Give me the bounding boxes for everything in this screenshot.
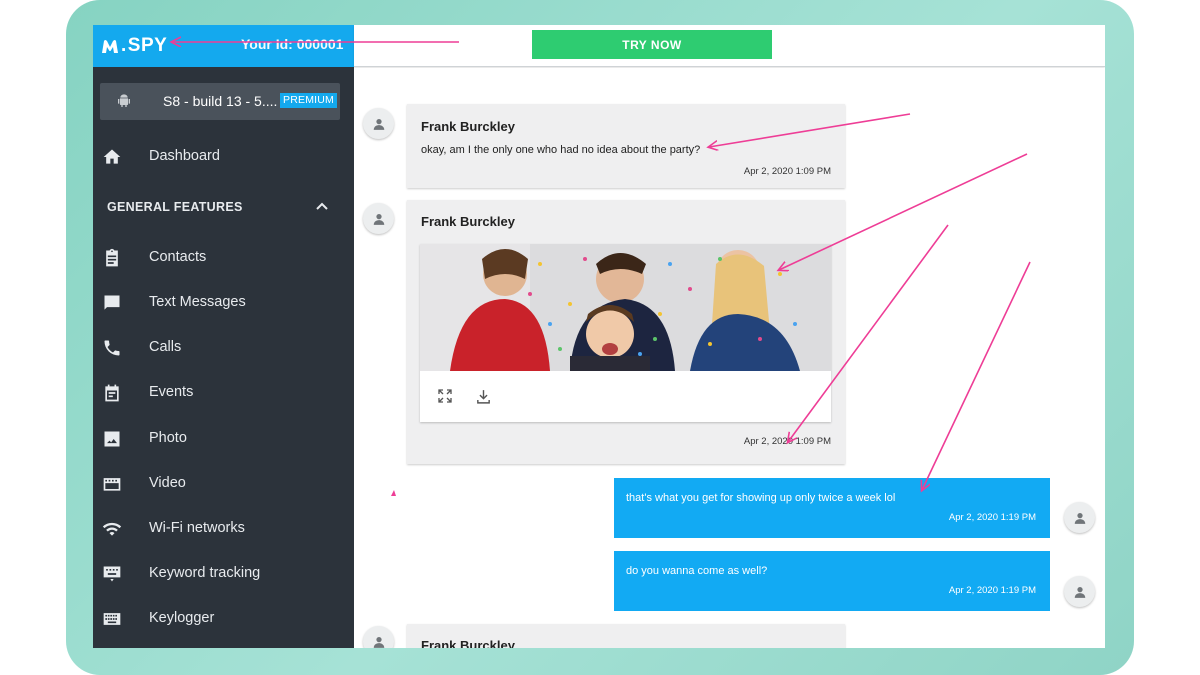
m-logo-icon bbox=[102, 40, 118, 53]
app-screen: . SPY Your Id: 000001 S8 - build 13 - 5.… bbox=[93, 25, 1105, 648]
message-time: Apr 2, 2020 1:09 PM bbox=[743, 436, 831, 447]
chat-thread[interactable]: Frank Burckley okay, am I the only one w… bbox=[354, 68, 1105, 648]
calendar-icon bbox=[105, 384, 119, 402]
message-bubble-incoming[interactable]: Frank Burckley bbox=[407, 624, 845, 648]
avatar bbox=[363, 203, 394, 234]
sidebar-item-contacts[interactable]: Contacts bbox=[93, 240, 354, 276]
sidebar-item-label: Keyword tracking bbox=[149, 565, 261, 581]
brand-logo[interactable]: . SPY bbox=[101, 35, 167, 57]
sidebar-item-label: Dashboard bbox=[149, 148, 220, 164]
premium-badge: PREMIUM bbox=[280, 93, 337, 108]
sender-name: Frank Burckley bbox=[421, 214, 515, 229]
message-bubble-outgoing[interactable]: do you wanna come as well? Apr 2, 2020 1… bbox=[614, 551, 1050, 611]
video-icon bbox=[103, 478, 121, 491]
brand-name: SPY bbox=[127, 35, 168, 56]
home-icon bbox=[103, 149, 121, 164]
message-time: Apr 2, 2020 1:19 PM bbox=[948, 512, 1036, 523]
photo-attachment[interactable] bbox=[420, 244, 831, 422]
message-text: that's what you get for showing up only … bbox=[626, 492, 896, 504]
person-icon bbox=[1074, 586, 1085, 598]
message-icon bbox=[104, 295, 120, 310]
message-text: okay, am I the only one who had no idea … bbox=[421, 144, 701, 156]
sidebar-item-label: Calls bbox=[149, 339, 182, 355]
sidebar-item-photo[interactable]: Photo bbox=[93, 421, 354, 457]
person-icon bbox=[1074, 512, 1085, 524]
sidebar-item-keylogger[interactable]: Keylogger bbox=[93, 601, 354, 637]
sidebar-item-label: Photo bbox=[149, 430, 187, 446]
sidebar-item-video[interactable]: Video bbox=[93, 466, 354, 502]
sender-name: Frank Burckley bbox=[421, 638, 515, 648]
brand-bar: . SPY Your Id: 000001 bbox=[93, 25, 354, 67]
try-now-button[interactable]: TRY NOW bbox=[532, 30, 772, 59]
message-time: Apr 2, 2020 1:09 PM bbox=[743, 166, 831, 177]
wifi-icon bbox=[102, 522, 122, 536]
keyboard-icon bbox=[103, 613, 121, 625]
person-icon bbox=[373, 118, 384, 130]
sidebar-item-events[interactable]: Events bbox=[93, 375, 354, 411]
sidebar-item-text-messages[interactable]: Text Messages bbox=[93, 285, 354, 321]
fullscreen-icon[interactable] bbox=[437, 388, 453, 404]
device-selector[interactable]: S8 - build 13 - 5.... PREMIUM bbox=[100, 83, 340, 120]
avatar bbox=[1064, 576, 1095, 607]
sidebar-item-label: Text Messages bbox=[149, 294, 246, 310]
keyword-icon bbox=[103, 566, 121, 582]
party-photo[interactable] bbox=[420, 244, 831, 371]
person-icon bbox=[373, 213, 384, 225]
message-bubble-incoming[interactable]: Frank Burckley bbox=[407, 200, 845, 464]
download-icon[interactable] bbox=[475, 388, 492, 405]
clipboard-icon bbox=[106, 248, 118, 267]
sidebar-item-dashboard[interactable]: Dashboard bbox=[93, 139, 354, 175]
sidebar-item-label: Keylogger bbox=[149, 610, 215, 626]
image-icon bbox=[104, 431, 120, 447]
message-bubble-incoming[interactable]: Frank Burckley okay, am I the only one w… bbox=[407, 104, 845, 188]
sidebar: . SPY Your Id: 000001 S8 - build 13 - 5.… bbox=[93, 25, 354, 648]
sidebar-item-label: Events bbox=[149, 384, 194, 400]
avatar bbox=[363, 626, 394, 648]
user-id: Your Id: 000001 bbox=[241, 36, 344, 52]
message-bubble-outgoing[interactable]: that's what you get for showing up only … bbox=[614, 478, 1050, 538]
sidebar-item-label: Wi-Fi networks bbox=[149, 520, 245, 536]
sidebar-item-calls[interactable]: Calls bbox=[93, 330, 354, 366]
sidebar-item-label: Video bbox=[149, 475, 186, 491]
top-bar: TRY NOW bbox=[354, 25, 1105, 67]
brand-dot: . bbox=[121, 35, 127, 56]
party-photo-image bbox=[420, 244, 831, 371]
sidebar-item-keyword-tracking[interactable]: Keyword tracking bbox=[93, 556, 354, 592]
sidebar-item-label: Contacts bbox=[149, 249, 207, 265]
message-time: Apr 2, 2020 1:19 PM bbox=[948, 585, 1036, 596]
device-name: S8 - build 13 - 5.... bbox=[163, 93, 278, 109]
sidebar-item-wifi-networks[interactable]: Wi-Fi networks bbox=[93, 511, 354, 547]
avatar bbox=[1064, 502, 1095, 533]
avatar bbox=[363, 108, 394, 139]
phone-icon bbox=[104, 340, 120, 356]
android-icon bbox=[118, 94, 130, 107]
section-title: GENERAL FEATURES bbox=[107, 200, 243, 214]
chevron-up-icon[interactable] bbox=[315, 201, 329, 211]
message-text: do you wanna come as well? bbox=[626, 565, 768, 577]
sender-name: Frank Burckley bbox=[421, 119, 515, 134]
person-icon bbox=[373, 636, 384, 648]
